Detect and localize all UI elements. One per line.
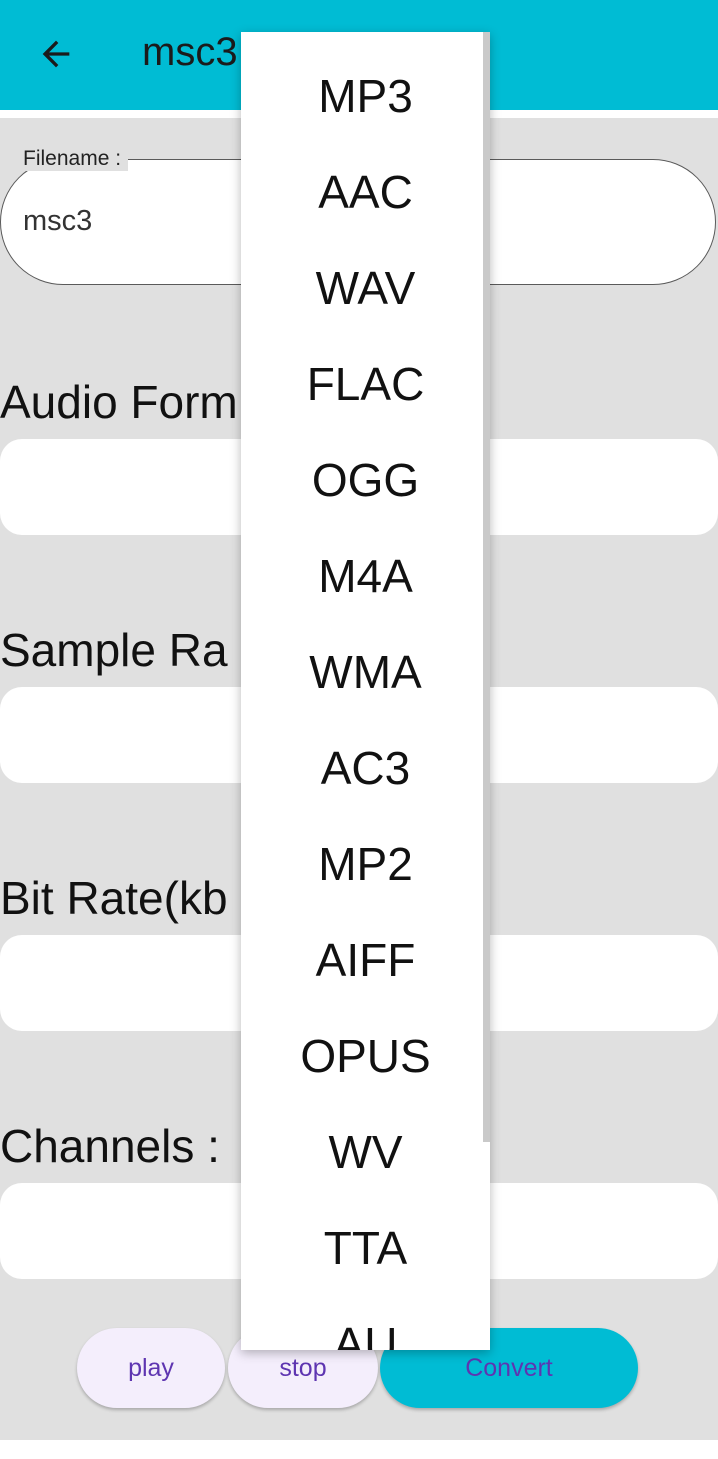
back-button[interactable]	[28, 26, 84, 82]
dropdown-option-mp3[interactable]: MP3	[241, 48, 490, 144]
bottom-bar	[0, 1440, 718, 1459]
audio-format-label: Audio Form	[0, 376, 238, 428]
dropdown-option-ogg[interactable]: OGG	[241, 432, 490, 528]
page-title: msc3	[142, 30, 238, 74]
dropdown-option-wv[interactable]: WV	[241, 1104, 490, 1200]
dropdown-option-aiff[interactable]: AIFF	[241, 912, 490, 1008]
bit-rate-label: Bit Rate(kb	[0, 872, 228, 924]
sample-rate-label: Sample Ra	[0, 624, 228, 676]
dropdown-option-wav[interactable]: WAV	[241, 240, 490, 336]
dropdown-option-mp2[interactable]: MP2	[241, 816, 490, 912]
dropdown-option-wma[interactable]: WMA	[241, 624, 490, 720]
channels-label: Channels :	[0, 1120, 220, 1172]
dropdown-option-opus[interactable]: OPUS	[241, 1008, 490, 1104]
dropdown-option-m4a[interactable]: M4A	[241, 528, 490, 624]
filename-label: Filename :	[16, 147, 129, 171]
dropdown-option-au[interactable]: AU	[241, 1296, 490, 1350]
filename-input-value[interactable]: msc3	[23, 205, 92, 238]
dropdown-option-tta[interactable]: TTA	[241, 1200, 490, 1296]
dropdown-option-aac[interactable]: AAC	[241, 144, 490, 240]
arrow-left-icon	[42, 40, 70, 68]
dropdown-option-ac3[interactable]: AC3	[241, 720, 490, 816]
format-dropdown-menu[interactable]: MP3 AAC WAV FLAC OGG M4A WMA AC3 MP2 AIF…	[241, 32, 490, 1350]
play-button[interactable]: play	[77, 1328, 225, 1408]
dropdown-option-flac[interactable]: FLAC	[241, 336, 490, 432]
